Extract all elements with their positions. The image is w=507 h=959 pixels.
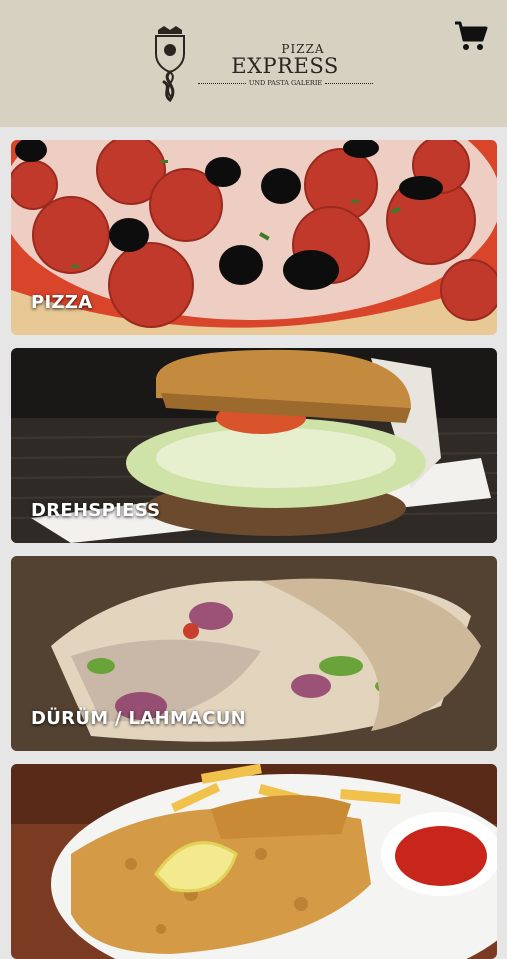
- category-card-4[interactable]: [11, 764, 497, 959]
- category-card-durum-lahmacun[interactable]: DÜRÜM / LAHMACUN: [11, 556, 497, 751]
- category-label: PIZZA: [31, 292, 93, 313]
- schnitzel-image: [11, 764, 497, 959]
- category-label: DREHSPIESS: [31, 500, 161, 521]
- pizza-express-logo[interactable]: PIZZA EXPRESS UND PASTA GALERIE: [150, 24, 374, 104]
- app-header: PIZZA EXPRESS UND PASTA GALERIE: [0, 0, 507, 127]
- shopping-cart-icon[interactable]: [454, 20, 488, 52]
- brand-name: EXPRESS: [231, 54, 339, 78]
- brand-subtitle: UND PASTA GALERIE: [198, 79, 374, 87]
- crest-icon: [155, 26, 185, 102]
- category-card-pizza[interactable]: PIZZA: [11, 140, 497, 335]
- category-label: DÜRÜM / LAHMACUN: [31, 708, 247, 729]
- category-card-drehspiess[interactable]: DREHSPIESS: [11, 348, 497, 543]
- brand-subtitle-text: UND PASTA GALERIE: [248, 79, 323, 87]
